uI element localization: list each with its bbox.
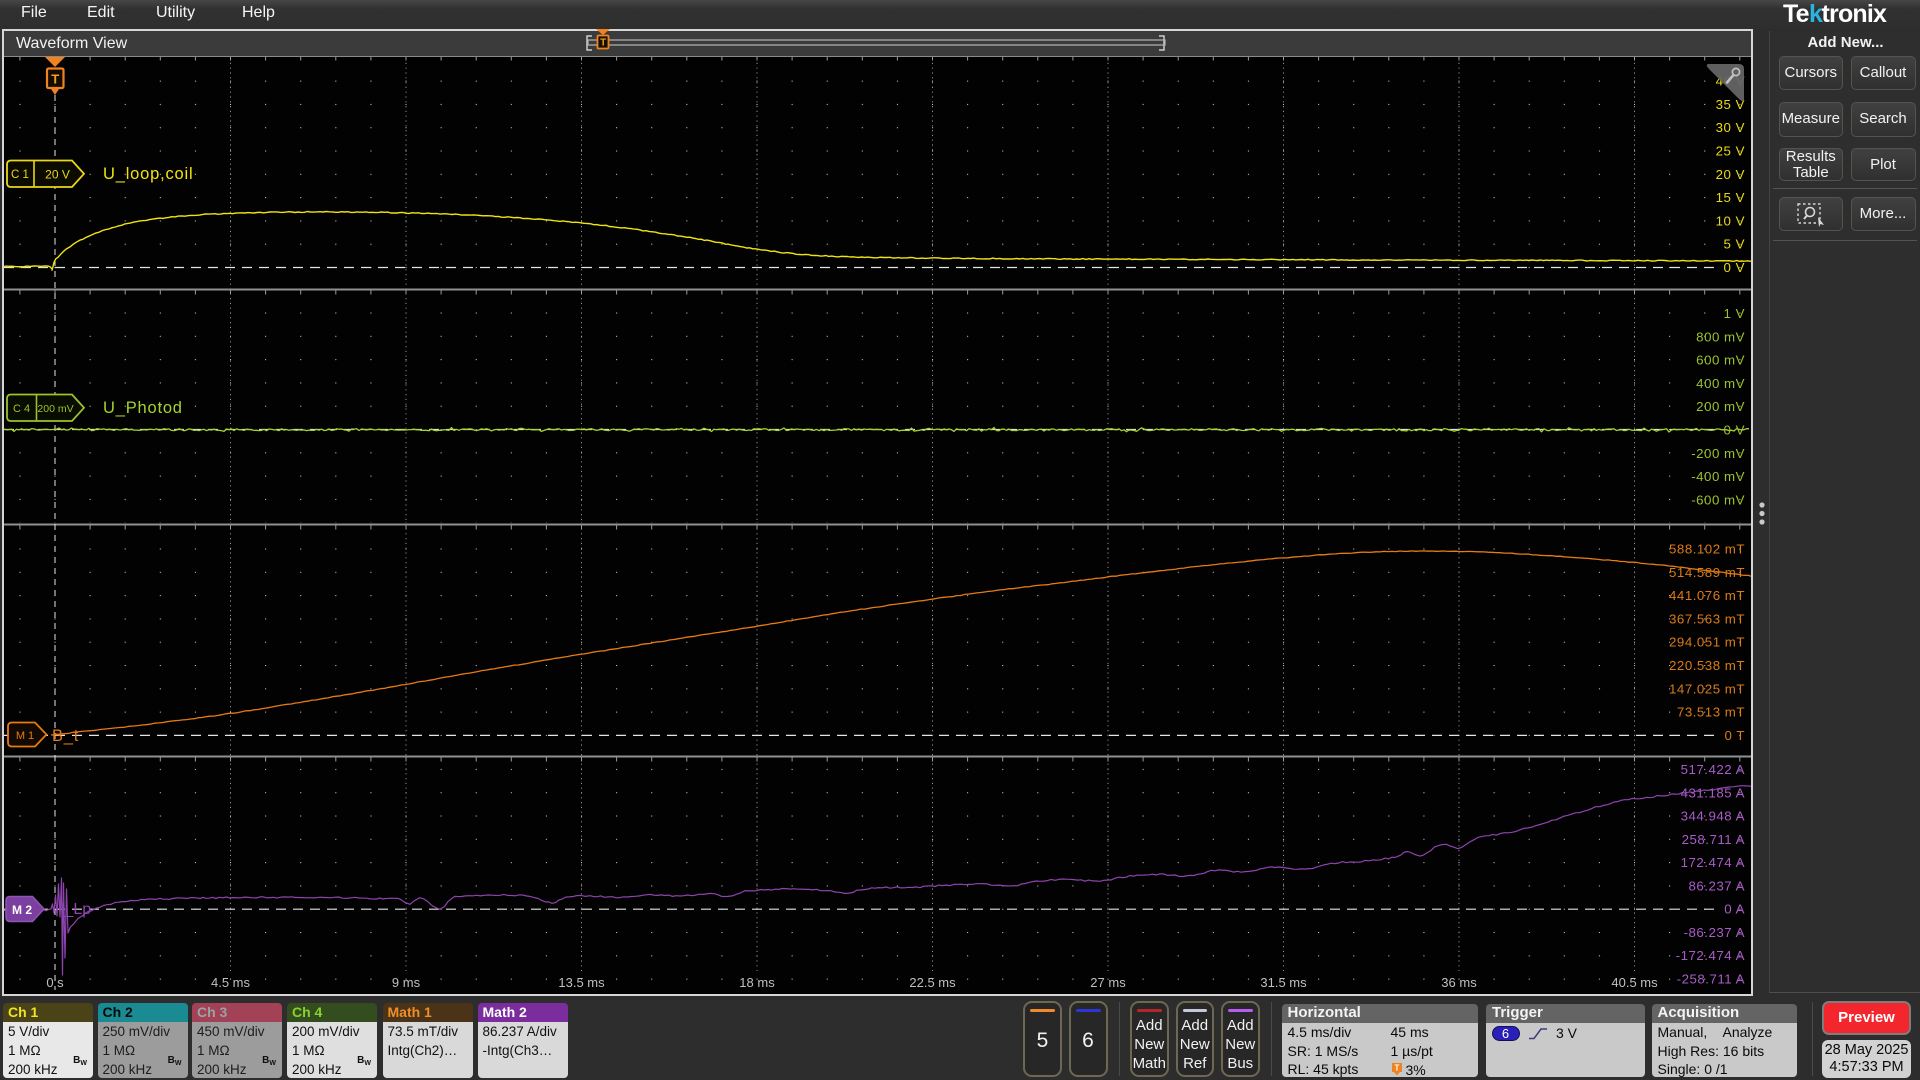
svg-text:800 mV: 800 mV bbox=[1696, 329, 1745, 344]
svg-text:-86.237 A: -86.237 A bbox=[1684, 925, 1745, 940]
svg-text:258.711 A: 258.711 A bbox=[1682, 832, 1745, 847]
svg-text:514.589 mT: 514.589 mT bbox=[1669, 565, 1745, 580]
svg-text:344.948 A: 344.948 A bbox=[1681, 809, 1745, 824]
svg-text:-258.711 A: -258.711 A bbox=[1677, 972, 1745, 987]
svg-text:600 mV: 600 mV bbox=[1696, 353, 1745, 368]
svg-text:U_Photod: U_Photod bbox=[103, 399, 183, 417]
svg-text:I_Lp: I_Lp bbox=[60, 901, 91, 918]
svg-text:31.5 ms: 31.5 ms bbox=[1260, 975, 1307, 990]
svg-text:4.5 ms: 4.5 ms bbox=[211, 975, 251, 990]
svg-text:B_t: B_t bbox=[52, 727, 79, 745]
svg-text:431.185 A: 431.185 A bbox=[1681, 785, 1745, 800]
svg-text:M 1: M 1 bbox=[16, 730, 34, 742]
svg-text:tronix: tronix bbox=[1822, 1, 1888, 27]
svg-text:73.513 mT: 73.513 mT bbox=[1677, 705, 1745, 720]
svg-text:15 V: 15 V bbox=[1716, 190, 1745, 205]
svg-text:30 V: 30 V bbox=[1716, 120, 1745, 135]
svg-text:147.025 mT: 147.025 mT bbox=[1669, 681, 1745, 696]
svg-text:220.538 mT: 220.538 mT bbox=[1669, 658, 1745, 673]
svg-text:M 2: M 2 bbox=[12, 903, 32, 917]
svg-text:172.474 A: 172.474 A bbox=[1681, 855, 1745, 870]
svg-text:36 ms: 36 ms bbox=[1441, 975, 1477, 990]
svg-text:0 s: 0 s bbox=[46, 975, 64, 990]
svg-text:10 V: 10 V bbox=[1716, 213, 1745, 228]
svg-text:-172.474 A: -172.474 A bbox=[1676, 948, 1745, 963]
svg-text:13.5 ms: 13.5 ms bbox=[558, 975, 605, 990]
svg-text:367.563 mT: 367.563 mT bbox=[1669, 611, 1745, 626]
svg-text:-600 mV: -600 mV bbox=[1691, 492, 1745, 507]
svg-text:-200 mV: -200 mV bbox=[1691, 446, 1745, 461]
svg-text:T: T bbox=[1394, 1063, 1399, 1072]
svg-text:200 mV: 200 mV bbox=[1696, 399, 1745, 414]
svg-text:20 V: 20 V bbox=[45, 168, 70, 182]
svg-text:0 V: 0 V bbox=[1724, 260, 1745, 275]
svg-text:Te: Te bbox=[1783, 1, 1810, 27]
svg-text:0 V: 0 V bbox=[1724, 423, 1745, 438]
svg-text:441.076 mT: 441.076 mT bbox=[1669, 588, 1745, 603]
svg-text:20 V: 20 V bbox=[1716, 167, 1745, 182]
svg-text:1 V: 1 V bbox=[1724, 306, 1745, 321]
svg-text:294.051 mT: 294.051 mT bbox=[1669, 635, 1745, 650]
svg-text:200 mV: 200 mV bbox=[37, 403, 73, 415]
svg-text:9 ms: 9 ms bbox=[392, 975, 421, 990]
svg-text:C 4: C 4 bbox=[13, 403, 30, 415]
svg-text:U_loop,coil: U_loop,coil bbox=[103, 165, 193, 183]
svg-text:5 V: 5 V bbox=[1724, 237, 1745, 252]
svg-text:0 A: 0 A bbox=[1724, 902, 1745, 917]
svg-text:-400 mV: -400 mV bbox=[1691, 469, 1745, 484]
svg-text:27 ms: 27 ms bbox=[1090, 975, 1126, 990]
svg-text:40.5 ms: 40.5 ms bbox=[1611, 975, 1658, 990]
svg-text:86.237 A: 86.237 A bbox=[1689, 878, 1746, 893]
svg-text:22.5 ms: 22.5 ms bbox=[909, 975, 956, 990]
svg-text:517.422 A: 517.422 A bbox=[1681, 762, 1745, 777]
svg-text:T: T bbox=[51, 72, 59, 87]
svg-text:588.102 mT: 588.102 mT bbox=[1669, 542, 1745, 557]
svg-text:T: T bbox=[600, 38, 606, 49]
svg-text:C 1: C 1 bbox=[11, 169, 29, 181]
svg-text:25 V: 25 V bbox=[1716, 144, 1745, 159]
svg-text:400 mV: 400 mV bbox=[1696, 376, 1745, 391]
svg-text:0 T: 0 T bbox=[1725, 728, 1745, 743]
svg-text:18 ms: 18 ms bbox=[739, 975, 775, 990]
